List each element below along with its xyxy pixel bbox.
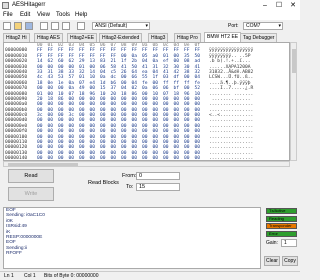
status-light: Transponder [266,223,297,229]
tab-strip: Hitag2 Hi Hitag AES Hitag2+EE Hitag2-Ext… [3,32,300,42]
tab-hitag-aes[interactable]: Hitag AES [34,33,63,42]
menu-bar: File Edit View Tools Help [0,11,300,20]
read-button[interactable]: Read [8,169,54,183]
log-output[interactable]: EOF Sending: i0aC1C0 i0K ISRsid:49 iK RESP:00… [3,207,261,269]
cut-icon[interactable] [40,22,48,30]
menu-edit[interactable]: Edit [20,12,30,18]
tab-hitag-pro[interactable]: Hitag Pro [174,33,201,42]
port-value: COM7 [246,23,261,29]
title-bar: AESHitagerr – ☐ ✕ [0,0,300,11]
tab-hitag3[interactable]: Hitag3 [148,33,169,42]
status-column: Col 1 [24,273,36,279]
menu-help[interactable]: Help [75,12,87,18]
status-bar: Ln 1 Col 1 Bits of Byte 0: 00000000 [0,271,300,280]
copy-button[interactable]: Copy [282,256,298,266]
maximize-button[interactable]: ☐ [272,0,286,11]
close-button[interactable]: ✕ [286,0,300,11]
from-label: From: [122,173,137,179]
app-icon [2,2,9,9]
menu-tools[interactable]: Tools [56,12,70,18]
paste-icon[interactable] [62,22,70,30]
tab-tag-debugger[interactable]: Tag Debugger [240,33,278,42]
gain-label: Gain: [266,240,278,246]
encoding-select[interactable]: ANSI (Default) ▾ [92,22,150,30]
minimize-button[interactable]: – [258,0,272,11]
tab-hitag2[interactable]: Hitag2 Hi [3,33,30,42]
from-field[interactable]: 0 [136,172,180,180]
status-light: Error [266,230,297,237]
port-label: Port: [228,23,239,29]
gain-spinner[interactable]: 1 [281,239,297,247]
menu-file[interactable]: File [3,12,13,18]
status-light: Tx/Active [266,208,297,214]
chevron-down-icon: ▾ [278,23,281,29]
status-bits: Bits of Byte 0: 00000000 [44,273,99,279]
clear-button[interactable]: Clear [264,256,280,266]
port-select[interactable]: COM7 ▾ [243,22,283,30]
menu-view[interactable]: View [37,12,50,18]
window-title: AESHitagerr [12,2,46,8]
open-folder-icon[interactable] [14,22,22,30]
search-icon[interactable] [77,22,85,30]
write-button[interactable]: Write [8,187,54,201]
horizontal-scrollbar[interactable] [3,161,290,167]
to-label: To: [126,184,134,190]
chevron-down-icon: ▾ [145,23,148,29]
tab-hitag2-extended[interactable]: Hitag2-Extended [99,33,143,42]
to-field[interactable]: 15 [136,183,180,191]
new-file-icon[interactable] [3,22,11,30]
hex-editor[interactable]: 00 01 02 03 04 05 06 07 08 09 0a 0b 0c 0d 0e 0f 0000000… [3,42,290,161]
vertical-scrollbar[interactable] [290,42,297,161]
encoding-value: ANSI (Default) [95,23,128,29]
copy-icon[interactable] [51,22,59,30]
status-light: Reading [266,215,297,222]
read-blocks-label: Read Blocks [88,180,119,186]
tab-hitag2-ee[interactable]: Hitag2+EE [67,33,98,42]
tab-bmw-ht2-ee[interactable]: BMW HT2 EE [204,32,242,42]
save-icon[interactable] [25,22,33,30]
log-line: RFOFF [6,251,22,257]
toolbar: ANSI (Default) ▾ Port: COM7 ▾ [0,20,300,32]
status-line: Ln 1 [4,273,14,279]
